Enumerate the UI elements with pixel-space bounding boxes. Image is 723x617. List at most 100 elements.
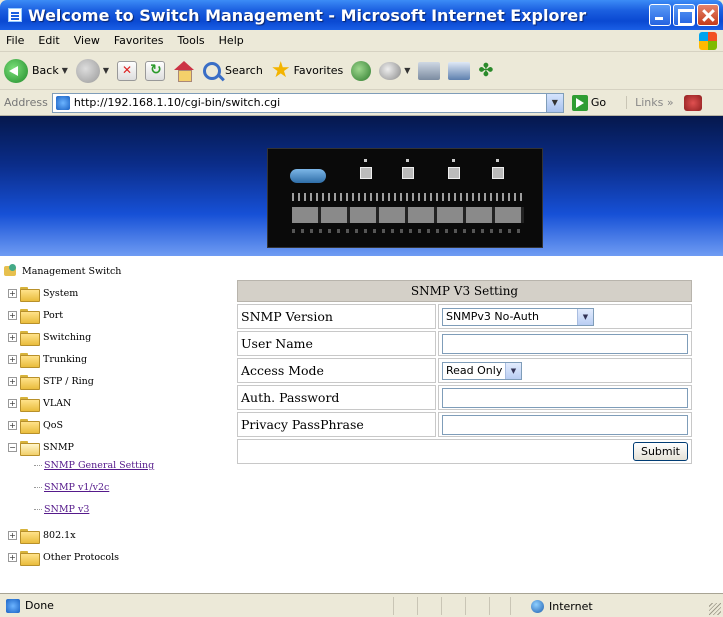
snmp-version-label: SNMP Version <box>237 304 436 329</box>
tree-node-port[interactable]: + Port <box>8 306 63 324</box>
tree-node-label: Trunking <box>43 353 88 365</box>
back-dropdown-icon[interactable]: ▼ <box>62 66 68 75</box>
menu-file[interactable]: File <box>6 34 24 47</box>
tree-node-vlan[interactable]: + VLAN <box>8 394 71 412</box>
expand-icon[interactable]: + <box>8 288 17 298</box>
menu-help[interactable]: Help <box>219 34 244 47</box>
search-button[interactable]: Search <box>203 61 263 80</box>
expand-icon[interactable]: + <box>8 398 17 408</box>
port-led-icon <box>448 167 460 179</box>
forward-arrow-icon <box>75 58 100 83</box>
menu-tools[interactable]: Tools <box>178 34 205 47</box>
chevron-down-icon[interactable]: ▼ <box>505 362 521 379</box>
go-button[interactable]: Go <box>571 94 606 111</box>
snmp-version-select[interactable]: SNMPv3 No-Auth ▼ <box>442 307 594 326</box>
messenger-icon[interactable]: ✤ <box>478 60 500 81</box>
edit-icon[interactable] <box>448 61 471 80</box>
resize-grip-icon[interactable] <box>709 603 721 615</box>
links-button[interactable]: Links » <box>626 96 674 109</box>
submit-button[interactable]: Submit <box>632 442 688 461</box>
tree-node-label: 802.1x <box>43 529 76 541</box>
expand-icon[interactable]: + <box>8 310 17 320</box>
tree-node-8021x[interactable]: + 802.1x <box>8 526 76 544</box>
privacy-passphrase-cell <box>438 412 692 437</box>
mail-dropdown-icon[interactable]: ▼ <box>404 66 410 75</box>
menu-favorites[interactable]: Favorites <box>114 34 164 47</box>
nav-tree: Management Switch + System + Port + Swit… <box>0 260 228 593</box>
chevron-down-icon[interactable]: ▼ <box>577 308 593 325</box>
close-button[interactable] <box>697 4 719 26</box>
auth-password-cell <box>438 385 692 410</box>
zone-label: Internet <box>549 599 593 613</box>
folder-icon <box>20 374 40 390</box>
folder-icon <box>20 528 40 544</box>
history-icon[interactable] <box>351 60 372 81</box>
favorites-button[interactable]: ★ Favorites <box>270 57 343 83</box>
search-label: Search <box>225 64 263 77</box>
expand-icon[interactable]: + <box>8 354 17 364</box>
status-text: Done <box>25 599 54 612</box>
refresh-icon[interactable] <box>145 60 166 81</box>
forward-dropdown-icon[interactable]: ▼ <box>103 66 109 75</box>
toolbar-extension-icon[interactable] <box>683 94 702 111</box>
menu-view[interactable]: View <box>74 34 100 47</box>
expand-icon[interactable]: + <box>8 332 17 342</box>
table-row: Auth. Password <box>237 385 692 410</box>
snmp-version-cell: SNMPv3 No-Auth ▼ <box>438 304 692 329</box>
expand-icon[interactable]: + <box>8 552 17 562</box>
mail-icon[interactable] <box>379 61 402 80</box>
maximize-button[interactable] <box>673 4 695 26</box>
tree-node-qos[interactable]: + QoS <box>8 416 63 434</box>
tree-node-switching[interactable]: + Switching <box>8 328 91 346</box>
forward-button[interactable]: ▼ <box>75 58 109 83</box>
print-icon[interactable] <box>418 61 441 80</box>
tree-node-label: Switching <box>43 331 92 343</box>
tree-link-snmp-v3[interactable]: SNMP v3 <box>34 504 89 515</box>
ethernet-ports-icon <box>292 207 524 223</box>
management-switch-icon <box>4 264 18 278</box>
table-row: Privacy PassPhrase <box>237 412 692 437</box>
access-mode-select[interactable]: Read Only ▼ <box>442 361 522 380</box>
address-label: Address <box>4 96 48 109</box>
tree-link-snmp-general-setting[interactable]: SNMP General Setting <box>34 460 154 471</box>
tree-node-system[interactable]: + System <box>8 284 78 302</box>
tree-node-other-protocols[interactable]: + Other Protocols <box>8 548 119 566</box>
privacy-passphrase-input[interactable] <box>442 414 688 435</box>
stop-icon[interactable] <box>117 60 138 81</box>
tree-link-snmp-v1-v2c[interactable]: SNMP v1/v2c <box>34 482 109 493</box>
auth-password-input[interactable] <box>442 387 688 408</box>
address-bar: Address http://192.168.1.10/cgi-bin/swit… <box>0 90 723 116</box>
folder-icon <box>20 396 40 412</box>
home-icon[interactable] <box>173 60 195 82</box>
menu-edit[interactable]: Edit <box>38 34 59 47</box>
tree-node-trunking[interactable]: + Trunking <box>8 350 87 368</box>
address-url[interactable]: http://192.168.1.10/cgi-bin/switch.cgi <box>74 96 280 109</box>
window-title-bar[interactable]: Welcome to Switch Management - Microsoft… <box>0 0 723 30</box>
tree-node-label: SNMP <box>43 441 74 453</box>
expand-icon[interactable]: + <box>8 530 17 540</box>
address-dropdown-icon[interactable]: ▼ <box>545 93 563 112</box>
security-zone[interactable]: Internet <box>510 597 593 615</box>
star-icon: ★ <box>270 57 291 83</box>
user-name-input[interactable] <box>442 333 688 354</box>
address-input[interactable]: http://192.168.1.10/cgi-bin/switch.cgi ▼ <box>51 92 564 113</box>
switch-image <box>267 148 543 248</box>
tree-node-stp-ring[interactable]: + STP / Ring <box>8 372 94 390</box>
table-row: SNMP Version SNMPv3 No-Auth ▼ <box>237 304 692 329</box>
back-arrow-icon <box>4 58 28 83</box>
port-led-icon <box>402 167 414 179</box>
ie-page-icon <box>8 8 22 22</box>
collapse-icon[interactable]: − <box>8 442 17 452</box>
folder-icon <box>20 330 40 346</box>
table-row: Access Mode Read Only ▼ <box>237 358 692 383</box>
tree-root[interactable]: Management Switch <box>4 264 121 278</box>
tree-node-snmp[interactable]: − SNMP <box>8 438 74 456</box>
expand-icon[interactable]: + <box>8 376 17 386</box>
page-icon <box>55 95 70 110</box>
access-mode-value: Read Only <box>446 363 503 377</box>
windows-logo-icon <box>699 32 717 50</box>
back-button[interactable]: Back ▼ <box>4 58 68 83</box>
minimize-button[interactable] <box>649 4 671 26</box>
expand-icon[interactable]: + <box>8 420 17 430</box>
port-led-icon <box>492 167 504 179</box>
